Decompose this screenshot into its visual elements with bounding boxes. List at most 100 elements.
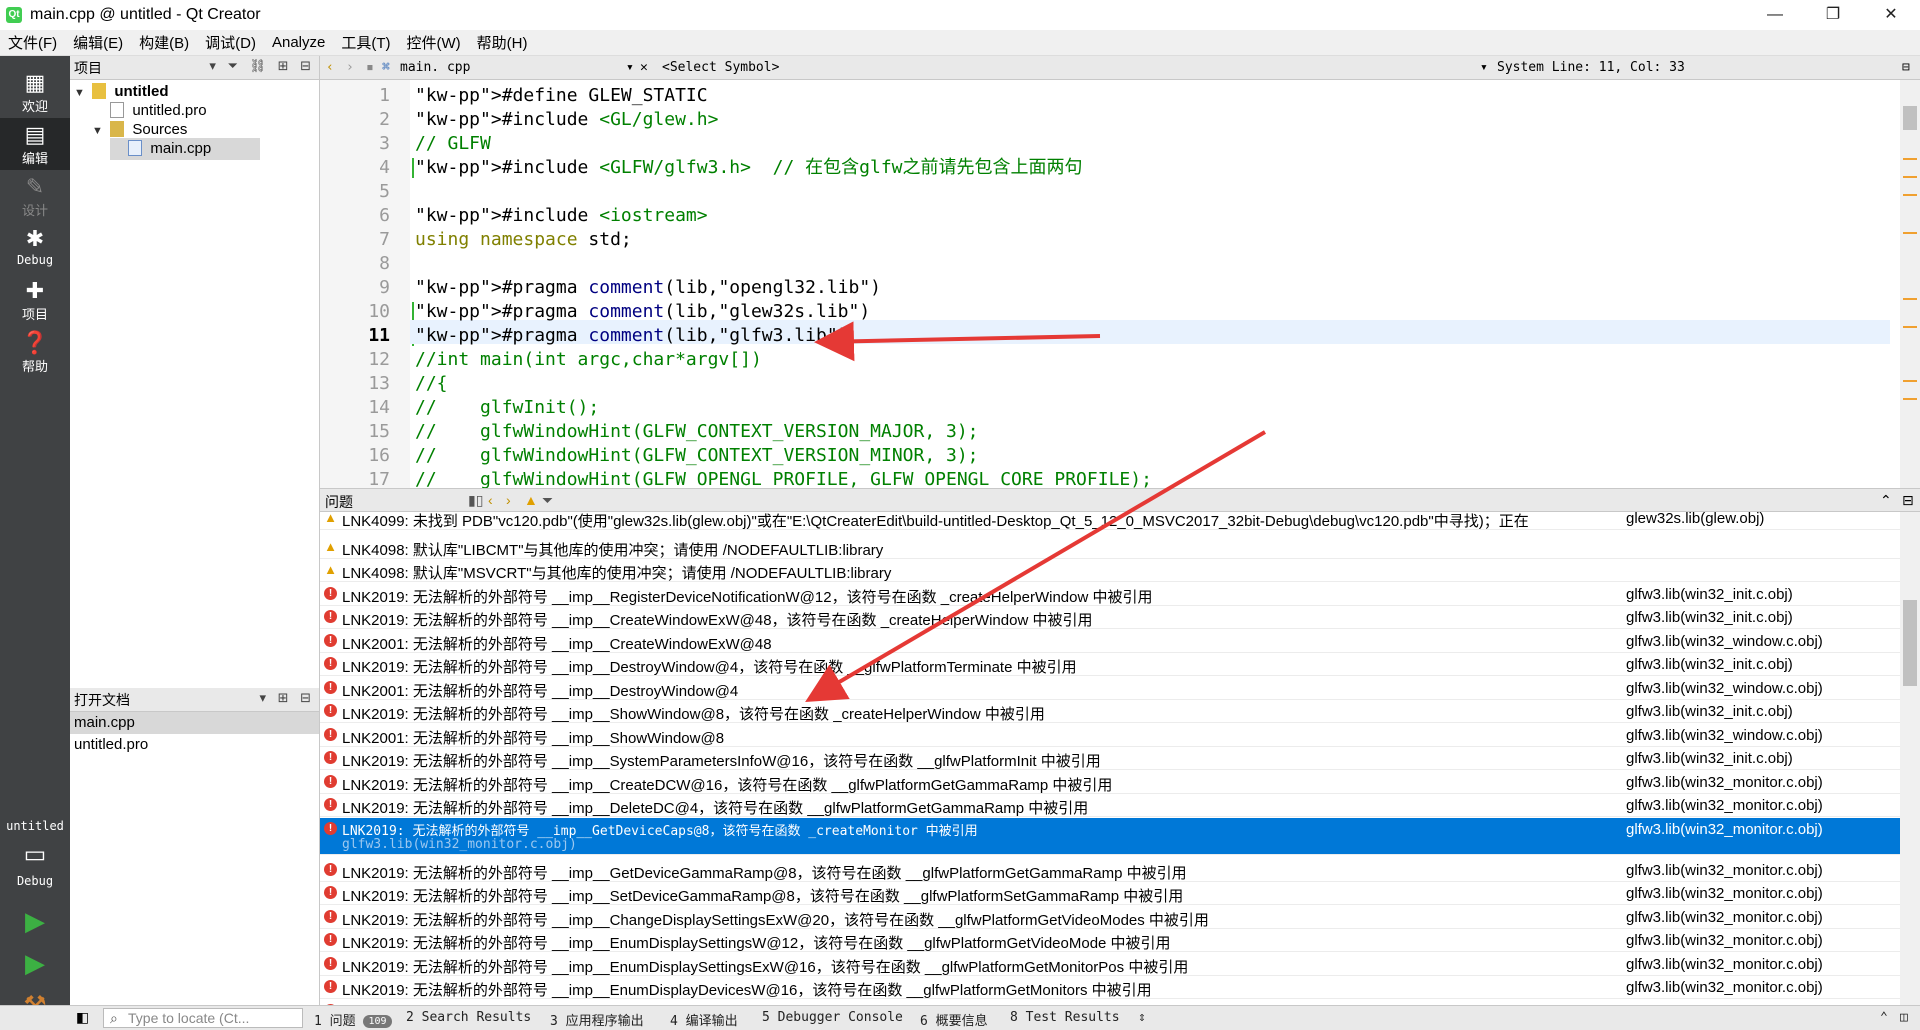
split-icon[interactable]: ⊟ (1902, 60, 1910, 75)
issue-row[interactable]: ! LNK2019: 无法解析的外部符号 __imp__GetDeviceGamm… (320, 859, 1900, 882)
menu-widgets[interactable]: 控件(W) (399, 32, 469, 53)
project-panel-tools[interactable]: ▾ ⏷ ⛓ ⊞ ⊟ (209, 58, 315, 74)
code-line: "kw-pp">#include <GL/glew.h> (415, 109, 719, 130)
issue-row[interactable]: ! LNK2019: 无法解析的外部符号 __imp__DestroyWindow… (320, 653, 1900, 676)
close-button[interactable]: ✕ (1862, 0, 1920, 30)
open-doc-item[interactable]: main.cpp (70, 712, 319, 734)
maximize-pane-icon[interactable]: ⌃ (1880, 492, 1892, 509)
collapse-output-icon[interactable]: ◫ (1900, 1010, 1908, 1025)
run-icon[interactable]: ▶ (0, 906, 70, 937)
issue-description: LNK2019: 无法解析的外部符号 __imp__SystemParamete… (342, 753, 1101, 770)
scroll-thumb[interactable] (1903, 106, 1917, 130)
issue-row[interactable]: ▲ LNK4099: 未找到 PDB"vc120.pdb"(使用"glew32s.… (320, 512, 1900, 530)
menu-edit[interactable]: 编辑(E) (65, 32, 131, 53)
kit-project-label: untitled (6, 819, 64, 833)
next-issue-icon[interactable]: › (506, 492, 511, 508)
filter-icon[interactable]: ▮▯ (468, 492, 483, 509)
issue-row[interactable]: ! LNK2019: 无法解析的外部符号 __imp__ShowWindow@8，… (320, 700, 1900, 723)
error-icon: ! (324, 633, 337, 647)
issue-row[interactable]: ! LNK2001: 无法解析的外部符号 __imp__DestroyWindow… (320, 677, 1900, 700)
current-file-combo[interactable]: main. cpp (400, 60, 470, 75)
maximize-button[interactable]: ❐ (1804, 0, 1862, 30)
issue-row[interactable]: ! LNK2019: 无法解析的外部符号 __imp__GetDeviceCaps… (320, 817, 1900, 855)
mode-edit[interactable]: ▤ 编辑 (0, 118, 70, 170)
tab-debugger-console[interactable]: 5 Debugger Console (762, 1010, 903, 1025)
issues-scrollbar[interactable] (1900, 512, 1920, 1005)
chevron-down-icon[interactable]: ▼ (92, 120, 106, 142)
issue-row[interactable]: ! LNK2019: 无法解析的外部符号 __imp__EnumDisplaySe… (320, 929, 1900, 952)
tree-item-main-cpp[interactable]: main.cpp (110, 138, 260, 160)
issue-row[interactable]: ! LNK2019: 无法解析的外部符号 __imp__EnumDisplaySe… (320, 953, 1900, 976)
file-icon (110, 102, 125, 118)
error-icon: ! (324, 956, 337, 970)
issue-row[interactable]: ! LNK2001: 无法解析的外部符号 __imp__ShowWindow@8 g… (320, 724, 1900, 747)
monitor-icon[interactable]: ▭ (0, 840, 70, 869)
tab-general-messages[interactable]: 6 概要信息 (920, 1010, 988, 1029)
error-icon: ! (324, 909, 337, 923)
file-combo-arrow-icon[interactable]: ▾ (626, 60, 634, 75)
open-doc-item[interactable]: untitled.pro (70, 734, 319, 756)
tab-issues[interactable]: 1 问题 109 (314, 1010, 392, 1029)
mode-projects[interactable]: ✚ 项目 (0, 274, 70, 326)
search-icon: ⌕ (110, 1010, 118, 1026)
chevron-down-icon[interactable]: ▼ (74, 82, 88, 104)
open-docs-tools[interactable]: ▾ ⊞ ⊟ (259, 690, 315, 706)
back-icon[interactable]: ‹ (326, 60, 334, 75)
issue-file: glfw3.lib(win32_window.c.obj) (1626, 726, 1823, 744)
more-tabs-icon[interactable]: ⇕ (1138, 1010, 1146, 1025)
close-pane-icon[interactable]: ⊟ (1902, 492, 1914, 509)
issue-row[interactable]: ! LNK2019: 无法解析的外部符号 __imp__ChangeDisplay… (320, 906, 1900, 929)
menu-debug[interactable]: 调试(D) (197, 32, 264, 53)
line-number: 8 (379, 253, 390, 274)
change-marker (412, 158, 414, 178)
issue-row[interactable]: ! LNK2019: 无法解析的外部符号 __imp__EnumDisplayDe… (320, 976, 1900, 999)
mode-help[interactable]: ❓ 帮助 (0, 326, 70, 378)
issue-description: LNK4099: 未找到 PDB"vc120.pdb"(使用"glew32s.l… (342, 513, 1529, 530)
funnel-icon[interactable]: ⏷ (542, 492, 553, 509)
line-number: 17 (368, 469, 390, 488)
position-combo-arrow-icon[interactable]: ▾ (1480, 60, 1488, 75)
maximize-output-icon[interactable]: ⌃ (1880, 1010, 1888, 1025)
toggle-sidebar-icon[interactable]: ◧ (76, 1009, 89, 1026)
menu-tools[interactable]: 工具(T) (333, 32, 398, 53)
mode-welcome[interactable]: ▦ 欢迎 (0, 66, 70, 118)
symbol-combo[interactable]: <Select Symbol> (662, 60, 779, 75)
close-file-icon[interactable]: ✕ (640, 60, 648, 75)
menu-help[interactable]: 帮助(H) (469, 32, 536, 53)
locator-input[interactable]: ⌕ Type to locate (Ct... (103, 1008, 303, 1028)
open-docs-header: 打开文档 ▾ ⊞ ⊟ (70, 688, 319, 712)
code-editor[interactable]: 1 2 3 4 5 6 7 8 9 10 11 12 13 14 15 16 17 "kw-pp">#defin… (320, 80, 1920, 488)
prev-issue-icon[interactable]: ‹ (488, 492, 493, 508)
tab-test-results[interactable]: 8 Test Results (1010, 1010, 1120, 1025)
issue-row[interactable]: ! LNK2019: 无法解析的外部符号 __imp__SystemParamet… (320, 747, 1900, 770)
code-line: "kw-pp">#include <GLFW/glfw3.h> // 在包含gl… (415, 157, 1083, 178)
menu-analyze[interactable]: Analyze (264, 34, 333, 51)
issue-row[interactable]: ! LNK2001: 无法解析的外部符号 __imp__CreateWindowE… (320, 630, 1900, 653)
debug-run-icon[interactable]: ▶ (0, 948, 70, 979)
mode-design[interactable]: ✎ 设计 (0, 170, 70, 222)
mode-debug[interactable]: ✱ Debug (0, 222, 70, 274)
issue-count-badge: 109 (363, 1015, 392, 1028)
menu-build[interactable]: 构建(B) (131, 32, 197, 53)
tab-compile-output[interactable]: 4 编译输出 (670, 1010, 738, 1029)
warning-filter-icon[interactable]: ▲ (524, 492, 538, 508)
forward-icon[interactable]: › (346, 60, 354, 75)
issue-file: glfw3.lib(win32_monitor.c.obj) (1626, 932, 1823, 949)
editor-scrollbar[interactable] (1900, 80, 1920, 488)
issue-row[interactable]: ▲ LNK4098: 默认库"LIBCMT"与其他库的使用冲突；请使用 /NODE… (320, 536, 1900, 559)
issue-row[interactable]: ! LNK2019: 无法解析的外部符号 __imp__SetDeviceGamm… (320, 882, 1900, 905)
menu-file[interactable]: 文件(F) (0, 32, 65, 53)
issue-row[interactable]: ! LNK2019: 无法解析的外部符号 __imp__CreateWindowE… (320, 606, 1900, 629)
issue-row[interactable]: ! LNK2019: 无法解析的外部符号 __imp__RegisterDevic… (320, 583, 1900, 606)
error-icon: ! (324, 610, 337, 623)
code-line: // glfwInit(); (415, 397, 600, 418)
tab-search-results[interactable]: 2 Search Results (406, 1010, 531, 1025)
line-number: 13 (368, 373, 390, 394)
issue-description: LNK2019: 无法解析的外部符号 __imp__DestroyWindow@… (342, 659, 1077, 676)
tab-app-output[interactable]: 3 应用程序输出 (550, 1010, 644, 1029)
issue-row[interactable]: ! LNK2019: 无法解析的外部符号 __imp__DeleteDC@4，该符… (320, 794, 1900, 817)
issue-row[interactable]: ! LNK2019: 无法解析的外部符号 __imp__CreateDCW@16，… (320, 771, 1900, 794)
minimize-button[interactable]: — (1746, 0, 1804, 30)
scroll-thumb[interactable] (1903, 600, 1917, 686)
issue-row[interactable]: ▲ LNK4098: 默认库"MSVCRT"与其他库的使用冲突；请使用 /NODE… (320, 559, 1900, 582)
